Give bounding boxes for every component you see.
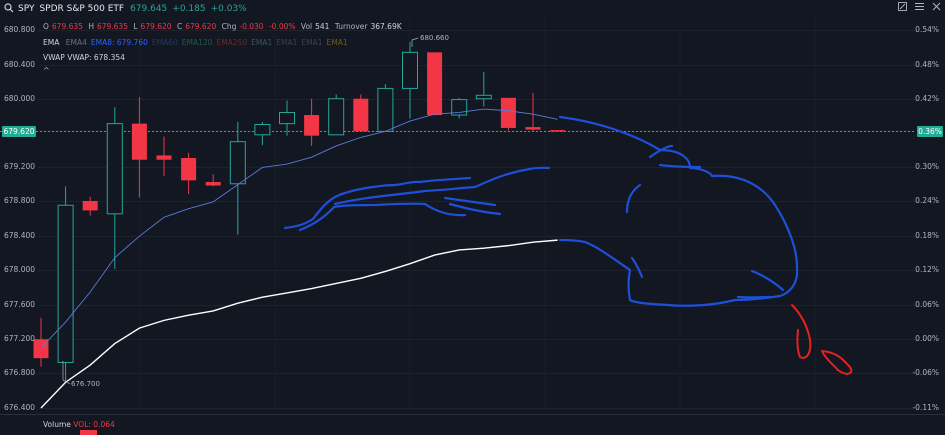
- ema-legend-item[interactable]: EMA120: [182, 38, 213, 47]
- chg-label: Chg: [221, 22, 237, 31]
- percent-axis-tick: 0.54%: [915, 25, 939, 34]
- candle-down: [525, 127, 541, 130]
- percent-axis-tick: 0.00%: [915, 334, 939, 343]
- volume-bar: [80, 430, 97, 435]
- candle-down: [427, 52, 443, 116]
- candle-up: [106, 123, 123, 215]
- collapse-indicators-button[interactable]: ^: [43, 66, 50, 75]
- search-icon[interactable]: [4, 3, 14, 13]
- candle-down: [131, 123, 147, 160]
- ema-legend-item[interactable]: EMA4: [66, 38, 87, 47]
- candle-up: [328, 98, 345, 136]
- candle-down: [500, 97, 516, 128]
- symbol-name: SPDR S&P 500 ETF: [39, 3, 125, 14]
- price-axis-tick: 680.400: [4, 60, 36, 69]
- candle-up: [475, 94, 492, 100]
- chg-pct-value: -0.00%: [268, 22, 296, 31]
- price-change: +0.185: [172, 3, 206, 14]
- ema-legend-item[interactable]: EMA1: [326, 38, 347, 47]
- symbol-header: SPY SPDR S&P 500 ETF 679.645 +0.185 +0.0…: [0, 0, 945, 17]
- percent-axis-tick: 0.42%: [915, 94, 939, 103]
- vwap-title[interactable]: VWAP: [43, 53, 65, 62]
- close-label: C: [176, 22, 183, 31]
- percent-axis-tick: 0.18%: [915, 231, 939, 240]
- ema-legend-item[interactable]: EMA1: [276, 38, 297, 47]
- price-axis-tick: 678.000: [4, 265, 36, 274]
- candle-down: [550, 130, 566, 132]
- ema-legend-item[interactable]: EMA60: [152, 38, 178, 47]
- percent-axis-tick: 0.12%: [915, 265, 939, 274]
- last-price: 679.645: [130, 3, 168, 14]
- percent-axis-tick: -0.06%: [912, 368, 939, 377]
- price-change-pct: +0.03%: [210, 3, 247, 14]
- open-value: 679.635: [51, 22, 83, 31]
- price-axis-tick: 677.200: [4, 334, 36, 343]
- low-annotation: 676.700: [71, 380, 100, 388]
- high-value: 679.635: [96, 22, 128, 31]
- vwap-legend[interactable]: VWAP VWAP: 678.354: [43, 53, 125, 62]
- candle-down: [181, 158, 197, 181]
- candle-down: [304, 115, 320, 136]
- low-value: 679.620: [140, 22, 172, 31]
- candle-down: [205, 182, 221, 186]
- price-gridlines: [0, 18, 945, 415]
- candle-down: [82, 200, 98, 211]
- chart-canvas[interactable]: [0, 0, 945, 435]
- volume-title[interactable]: Volume: [43, 420, 71, 429]
- volume-value: VOL: 0.064: [73, 420, 115, 429]
- candle-up: [402, 51, 418, 89]
- vol-label: Vol: [300, 22, 313, 31]
- percent-axis-tick: 0.30%: [915, 162, 939, 171]
- candle-up: [229, 141, 246, 185]
- volume-legend[interactable]: Volume VOL: 0.064: [43, 420, 115, 429]
- ema-legend-item[interactable]: EMA250: [216, 38, 247, 47]
- high-annotation: 680.660: [420, 34, 449, 42]
- candle-down: [353, 98, 369, 132]
- symbol-ticker[interactable]: SPY: [18, 4, 34, 14]
- candle-down: [156, 155, 172, 160]
- high-label: H: [88, 22, 94, 31]
- candle-up: [279, 111, 295, 125]
- price-axis-tick: 679.200: [4, 162, 36, 171]
- fullscreen-icon[interactable]: [898, 2, 907, 11]
- price-axis-tick: 676.800: [4, 368, 36, 377]
- volume-bars: [80, 430, 97, 435]
- close-value: 679.620: [185, 22, 217, 31]
- percent-axis-tick: 0.06%: [915, 300, 939, 309]
- turnover-label: Turnover: [334, 22, 368, 31]
- low-label: L: [133, 22, 138, 31]
- candle-up: [57, 204, 74, 363]
- price-axis-tick: 677.600: [4, 300, 36, 309]
- ema-legend-item[interactable]: EMA1: [301, 38, 322, 47]
- list-icon[interactable]: [915, 2, 924, 11]
- price-axis-tick: 680.800: [4, 25, 36, 34]
- turnover-value: 367.69K: [370, 22, 402, 31]
- ema-title[interactable]: EMA: [43, 38, 59, 47]
- candle-up: [377, 87, 394, 132]
- last-pct-tag: 0.36%: [917, 126, 943, 137]
- chg-value: -0.030: [239, 22, 264, 31]
- price-axis-tick: 678.800: [4, 196, 36, 205]
- percent-axis-tick: 0.48%: [915, 60, 939, 69]
- vwap-line: [40, 239, 558, 409]
- close-icon[interactable]: [932, 2, 941, 11]
- percent-axis-tick: 0.24%: [915, 196, 939, 205]
- ohlc-legend: O 679.635 H 679.635 L 679.620 C 679.620 Chg -…: [43, 22, 405, 31]
- price-axis-tick: 680.000: [4, 94, 36, 103]
- vwap-value: VWAP: 678.354: [67, 53, 125, 62]
- price-axis-tick: 678.400: [4, 231, 36, 240]
- last-price-tag: 679.620: [2, 126, 36, 137]
- ema-legend-item[interactable]: EMA1: [251, 38, 272, 47]
- ema-legend[interactable]: EMA EMA4 EMA8: 679.760 EMA60 EMA120 EMA250 EM…: [43, 38, 356, 47]
- ema-legend-item[interactable]: EMA8: 679.760: [91, 38, 148, 47]
- vol-value: 541: [315, 22, 330, 31]
- candle-up: [254, 124, 271, 136]
- percent-axis-tick: -0.11%: [912, 403, 939, 412]
- price-axis-tick: 676.400: [4, 403, 36, 412]
- open-label: O: [43, 22, 49, 31]
